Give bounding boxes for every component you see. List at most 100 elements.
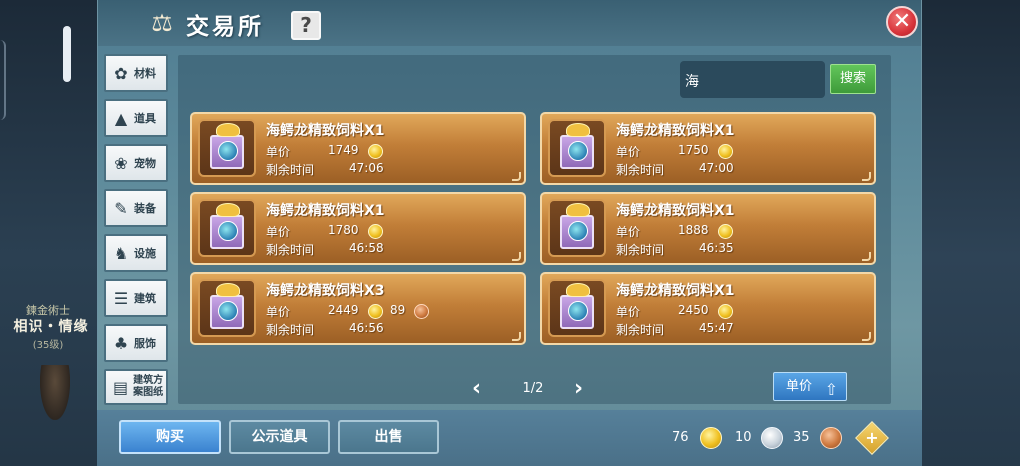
- sort-by-price-button[interactable]: 单价 ⇧: [773, 372, 847, 401]
- gold-coin-icon: [368, 224, 383, 239]
- listing-time: 46:58: [349, 241, 384, 255]
- building-icon: ☰: [113, 288, 129, 308]
- equipment-icon: ✎: [114, 198, 128, 218]
- listing-price: 2450: [678, 303, 709, 317]
- card-corner: [512, 332, 521, 341]
- unit-price-label: 单价: [616, 225, 641, 239]
- listing-card[interactable]: 海鳄龙精致饲料X3 单价 2449 89 剩余时间 46:56: [190, 272, 526, 345]
- listing-name: 海鳄龙精致饲料X3: [266, 283, 385, 299]
- listing-time: 46:35: [699, 241, 734, 255]
- sidebar-item-label: 服饰: [134, 336, 156, 350]
- background-scene-right: [922, 0, 1020, 466]
- sidebar-item-blueprint[interactable]: ▤ 建筑方案图纸: [104, 369, 168, 405]
- buy-tab-button[interactable]: 购买: [119, 420, 221, 454]
- sort-arrow-icon: ⇧: [824, 380, 838, 399]
- listing-time: 46:56: [349, 321, 384, 335]
- npc-level: (35级): [32, 340, 64, 351]
- remaining-time-label: 剩余时间: [266, 243, 315, 257]
- item-icon: ▲: [114, 108, 128, 128]
- sidebar-item-facility[interactable]: ♞ 设施: [104, 234, 168, 272]
- remaining-time-label: 剩余时间: [616, 163, 665, 177]
- gold-amount: 76: [672, 430, 689, 445]
- listing-name: 海鳄龙精致饲料X1: [616, 283, 735, 299]
- sidebar-item-building[interactable]: ☰ 建筑: [104, 279, 168, 317]
- feed-pack-icon: [198, 279, 256, 337]
- sidebar-item-label: 宠物: [134, 156, 156, 170]
- search-input[interactable]: 海: [680, 61, 825, 98]
- remaining-time-label: 剩余时间: [266, 323, 315, 337]
- gold-coin-icon: [368, 304, 383, 319]
- npc-character[interactable]: [40, 365, 70, 420]
- gold-coin-icon: [700, 427, 722, 449]
- gold-coin-icon: [718, 224, 733, 239]
- remaining-time-label: 剩余时间: [266, 163, 315, 177]
- page-title: 交易所: [186, 14, 264, 40]
- listing-price: 2449: [328, 303, 359, 317]
- prev-page-button[interactable]: ‹: [472, 376, 481, 401]
- page-indicator: 1/2: [522, 381, 544, 396]
- left-edge-tab: [0, 40, 6, 120]
- next-page-button[interactable]: ›: [574, 376, 583, 401]
- listing-card[interactable]: 海鳄龙精致饲料X1 单价 1780 剩余时间 46:58: [190, 192, 526, 265]
- unit-price-label: 单价: [266, 145, 291, 159]
- listing-card[interactable]: 海鳄龙精致饲料X1 单价 1749 剩余时间 47:06: [190, 112, 526, 185]
- card-corner: [512, 252, 521, 261]
- copper-coin-icon: [820, 427, 842, 449]
- facility-icon: ♞: [113, 243, 129, 263]
- sidebar-item-materials[interactable]: ✿ 材料: [104, 54, 168, 92]
- listing-card[interactable]: 海鳄龙精致饲料X1 单价 1888 剩余时间 46:35: [540, 192, 876, 265]
- gold-coin-icon: [718, 304, 733, 319]
- feed-pack-icon: [548, 279, 606, 337]
- blueprint-icon: ▤: [113, 377, 129, 397]
- card-corner: [862, 332, 871, 341]
- listing-card[interactable]: 海鳄龙精致饲料X1 单价 1750 剩余时间 47:00: [540, 112, 876, 185]
- card-corner: [862, 172, 871, 181]
- listing-name: 海鳄龙精致饲料X1: [616, 203, 735, 219]
- sidebar-item-clothing[interactable]: ♣ 服饰: [104, 324, 168, 362]
- sell-tab-button[interactable]: 出售: [338, 420, 439, 454]
- listing-name: 海鳄龙精致饲料X1: [266, 203, 385, 219]
- remaining-time-label: 剩余时间: [616, 243, 665, 257]
- feed-pack-icon: [198, 119, 256, 177]
- sidebar-item-label: 材料: [134, 66, 156, 80]
- paw-icon: ❀: [114, 153, 128, 173]
- listing-price: 1780: [328, 223, 359, 237]
- sidebar-item-label: 装备: [134, 201, 156, 215]
- gold-coin-icon: [368, 144, 383, 159]
- sidebar-item-items[interactable]: ▲ 道具: [104, 99, 168, 137]
- listing-time: 45:47: [699, 321, 734, 335]
- feed-pack-icon: [548, 119, 606, 177]
- feed-pack-icon: [198, 199, 256, 257]
- listing-price: 1888: [678, 223, 709, 237]
- card-corner: [512, 172, 521, 181]
- gold-coin-icon: [718, 144, 733, 159]
- remaining-time-label: 剩余时间: [616, 323, 665, 337]
- listing-name: 海鳄龙精致饲料X1: [616, 123, 735, 139]
- unit-price-label: 单价: [616, 145, 641, 159]
- sidebar-item-label: 道具: [134, 111, 156, 125]
- scroll-handle[interactable]: [63, 26, 71, 82]
- card-corner: [862, 252, 871, 261]
- npc-name: 相识・情缘: [13, 319, 89, 335]
- copper-amount: 35: [793, 430, 810, 445]
- unit-price-label: 单价: [266, 225, 291, 239]
- listing-price: 1749: [328, 143, 359, 157]
- silver-coin-icon: [761, 427, 783, 449]
- listing-price-copper: 89: [390, 303, 406, 317]
- listing-card[interactable]: 海鳄龙精致饲料X1 单价 2450 剩余时间 45:47: [540, 272, 876, 345]
- listing-price: 1750: [678, 143, 709, 157]
- scale-icon: ⚖: [151, 9, 173, 37]
- search-button[interactable]: 搜索: [830, 64, 876, 94]
- feed-pack-icon: [548, 199, 606, 257]
- sidebar-item-label: 建筑: [134, 291, 156, 305]
- clothing-icon: ♣: [113, 333, 129, 353]
- close-button[interactable]: ✕: [886, 6, 918, 38]
- help-button[interactable]: ?: [291, 11, 321, 40]
- materials-icon: ✿: [114, 63, 128, 83]
- sidebar-item-pets[interactable]: ❀ 宠物: [104, 144, 168, 182]
- listing-time: 47:00: [699, 161, 734, 175]
- public-items-tab-button[interactable]: 公示道具: [229, 420, 330, 454]
- unit-price-label: 单价: [616, 305, 641, 319]
- sidebar-item-equipment[interactable]: ✎ 装备: [104, 189, 168, 227]
- listing-time: 47:06: [349, 161, 384, 175]
